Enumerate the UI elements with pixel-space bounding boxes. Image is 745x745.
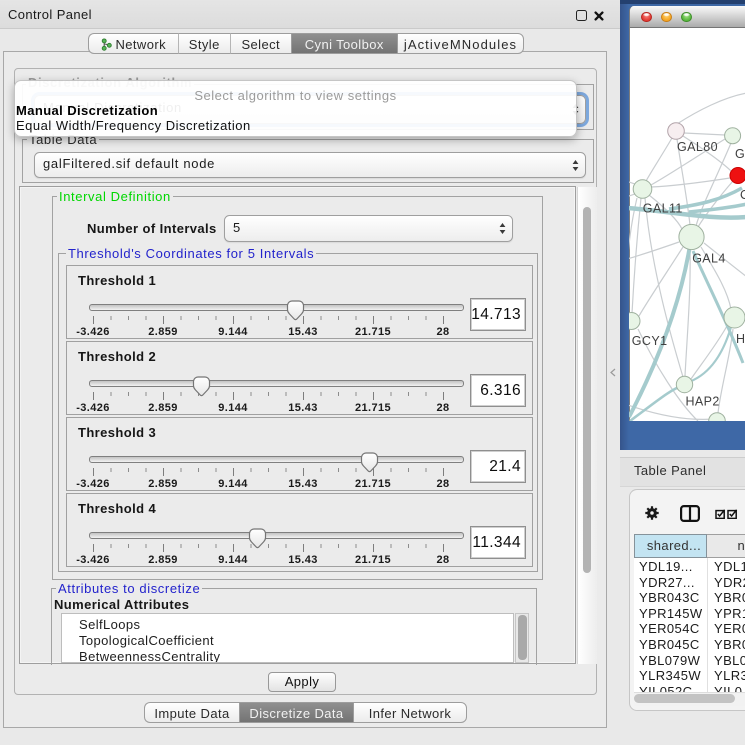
svg-text:GAL4: GAL4 xyxy=(692,252,726,266)
svg-text:GAL11: GAL11 xyxy=(643,202,683,216)
svg-text:GCY1: GCY1 xyxy=(632,334,668,348)
svg-text:C: C xyxy=(740,188,745,202)
svg-text:GAL80: GAL80 xyxy=(677,140,718,154)
svg-text:G.: G. xyxy=(735,147,745,161)
svg-text:HAP2: HAP2 xyxy=(686,395,720,409)
svg-text:H: H xyxy=(736,332,745,346)
